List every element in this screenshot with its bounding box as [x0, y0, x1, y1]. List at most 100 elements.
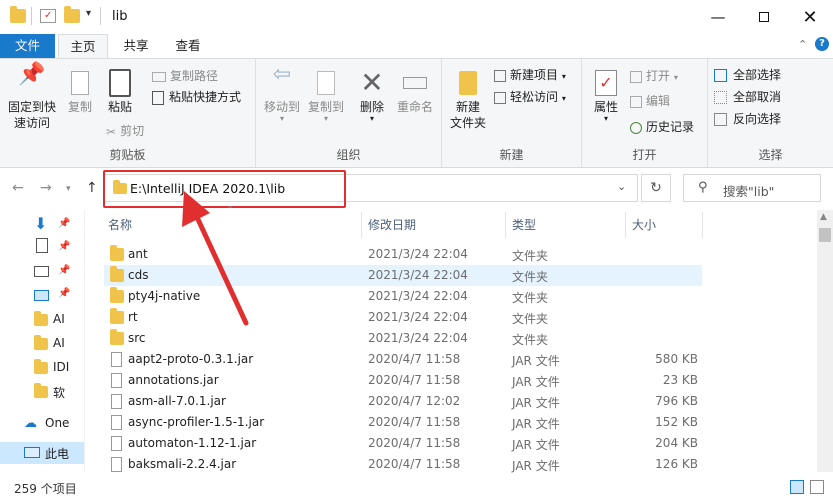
pin-icon[interactable]: 📌 — [58, 265, 70, 276]
document-icon[interactable] — [36, 238, 48, 253]
select-none-label: 全部取消 — [733, 90, 782, 104]
tab-view[interactable]: 查看 — [164, 34, 212, 58]
new-folder-label-2: 文件夹 — [449, 116, 486, 130]
column-name[interactable]: 名称 — [108, 216, 132, 233]
maximize-button[interactable] — [741, 0, 787, 34]
nav-item-onedrive[interactable]: One — [45, 416, 69, 430]
copy-path-button[interactable]: 复制路径 — [152, 66, 218, 86]
navigation-pane: ⬇ 📌 📌 📌 📌 AI AI IDI 软 ☁ One 此电 — [0, 210, 85, 472]
collapse-ribbon-icon[interactable]: ⌃ — [798, 38, 807, 51]
copy-icon — [62, 67, 98, 99]
up-arrow-icon[interactable]: ↑ — [86, 180, 98, 196]
new-item-label: 新建项目 — [510, 68, 559, 82]
file-name: aapt2-proto-0.3.1.jar — [128, 352, 254, 366]
nav-item-software[interactable]: 软 — [53, 384, 65, 401]
recent-dropdown-icon[interactable]: ▾ — [66, 184, 71, 194]
clipboard-icon — [102, 67, 138, 99]
nav-item-this-pc[interactable]: 此电 — [0, 442, 84, 464]
edit-button[interactable]: 编辑 — [630, 91, 670, 111]
divider — [100, 7, 101, 25]
pin-quick-access-button[interactable]: 📌 固定到快 速访问 — [4, 64, 60, 131]
open-group-label: 打开 — [632, 148, 657, 162]
column-separator[interactable] — [505, 212, 506, 238]
desktop-icon[interactable] — [34, 290, 49, 301]
pane-splitter[interactable] — [84, 210, 85, 472]
history-button[interactable]: 历史记录 — [630, 117, 694, 137]
file-row[interactable]: aapt2-proto-0.3.1.jar 2020/4/7 11:58 JAR 文… — [104, 349, 702, 370]
minimize-button[interactable]: — — [695, 0, 741, 34]
tab-share[interactable]: 共享 — [112, 34, 160, 58]
column-separator[interactable] — [625, 212, 626, 238]
scroll-up-icon[interactable]: ▲ — [820, 212, 827, 222]
properties-label: 属性 — [593, 100, 618, 114]
new-item-button[interactable]: 新建项目 ▾ — [494, 65, 566, 87]
column-modified[interactable]: 修改日期 — [368, 216, 416, 233]
open-dropdown-icon: ▾ — [673, 73, 678, 82]
rename-label: 重命名 — [396, 100, 433, 114]
folder-icon — [110, 266, 124, 282]
delete-button[interactable]: ✕ 删除 ▾ — [354, 67, 390, 123]
nav-item-idea[interactable]: IDI — [53, 360, 69, 374]
select-group: 全部选择 全部取消 反向选择 选择 — [708, 59, 833, 167]
vertical-scrollbar[interactable] — [817, 210, 833, 472]
invert-selection-button[interactable]: 反向选择 — [714, 109, 781, 129]
folder-icon — [34, 311, 48, 326]
select-all-button[interactable]: 全部选择 — [714, 65, 781, 85]
file-size: 204 KB — [655, 436, 698, 450]
details-view-icon[interactable] — [790, 480, 804, 494]
file-name: asm-all-7.0.1.jar — [128, 394, 226, 408]
file-name: ant — [128, 247, 148, 261]
pin-icon[interactable]: 📌 — [58, 288, 70, 299]
pin-icon[interactable]: 📌 — [58, 218, 70, 229]
file-type: 文件夹 — [512, 333, 549, 347]
new-folder-icon[interactable] — [64, 6, 80, 23]
pictures-icon[interactable] — [34, 266, 49, 277]
copy-to-button[interactable]: 复制到 ▾ — [304, 67, 348, 123]
properties-dropdown-icon: ▾ — [603, 114, 608, 123]
file-row[interactable]: automaton-1.12-1.jar 2020/4/7 11:58 JAR 文件… — [104, 433, 702, 454]
copy-button[interactable]: 复制 — [62, 67, 98, 115]
nav-item-ai-1[interactable]: AI — [53, 312, 65, 326]
column-separator[interactable] — [361, 212, 362, 238]
file-row[interactable]: baksmali-2.2.4.jar 2020/4/7 11:58 JAR 文件 12… — [104, 454, 702, 475]
tab-file[interactable]: 文件 — [0, 34, 55, 58]
easy-access-button[interactable]: 轻松访问 ▾ — [494, 87, 566, 109]
cut-button[interactable]: ✂ 剪切 — [106, 121, 144, 142]
select-none-button[interactable]: 全部取消 — [714, 87, 781, 107]
column-size[interactable]: 大小 — [632, 216, 656, 233]
help-icon[interactable]: ? — [815, 37, 829, 51]
forward-arrow-icon[interactable]: → — [40, 180, 52, 196]
back-arrow-icon[interactable]: ← — [12, 180, 24, 196]
refresh-icon[interactable]: ↻ — [641, 174, 671, 202]
move-to-button[interactable]: ⇦ 移动到 ▾ — [260, 64, 304, 123]
paste-shortcut-button[interactable]: 粘贴快捷方式 — [152, 87, 241, 107]
tab-home[interactable]: 主页 — [58, 34, 108, 58]
large-icons-view-icon[interactable] — [810, 480, 824, 494]
search-input[interactable]: 搜索"lib" — [723, 181, 774, 200]
properties-button[interactable]: ✓ 属性 ▾ — [586, 67, 626, 123]
file-type: 文件夹 — [512, 312, 549, 326]
qa-customize-icon[interactable]: ▾ — [86, 8, 91, 19]
column-type[interactable]: 类型 — [512, 216, 536, 233]
file-name: baksmali-2.2.4.jar — [128, 457, 237, 471]
nav-item-ai-2[interactable]: AI — [53, 336, 65, 350]
pin-label-1: 固定到快 — [7, 100, 56, 114]
properties-icon[interactable]: ✓ — [40, 9, 56, 23]
rename-icon — [392, 67, 438, 99]
scrollbar-thumb[interactable] — [819, 228, 831, 242]
new-folder-button[interactable]: 新建 文件夹 — [446, 67, 490, 131]
download-arrow-icon[interactable]: ⬇ — [34, 214, 47, 233]
rename-button[interactable]: 重命名 — [392, 67, 438, 115]
file-type: 文件夹 — [512, 291, 549, 305]
paste-button[interactable]: 粘贴 — [102, 67, 138, 115]
file-row[interactable]: annotations.jar 2020/4/7 11:58 JAR 文件 23 KB — [104, 370, 702, 391]
pin-icon[interactable]: 📌 — [58, 241, 70, 252]
column-separator[interactable] — [702, 212, 703, 238]
close-button[interactable]: ✕ — [787, 0, 833, 34]
file-name: rt — [128, 310, 138, 324]
file-row[interactable]: async-profiler-1.5-1.jar 2020/4/7 11:58 JA… — [104, 412, 702, 433]
file-row[interactable]: asm-all-7.0.1.jar 2020/4/7 12:02 JAR 文件 796… — [104, 391, 702, 412]
select-all-icon — [714, 69, 727, 82]
open-button[interactable]: 打开 ▾ — [630, 66, 678, 88]
address-dropdown-icon[interactable]: ⌄ — [617, 180, 626, 193]
